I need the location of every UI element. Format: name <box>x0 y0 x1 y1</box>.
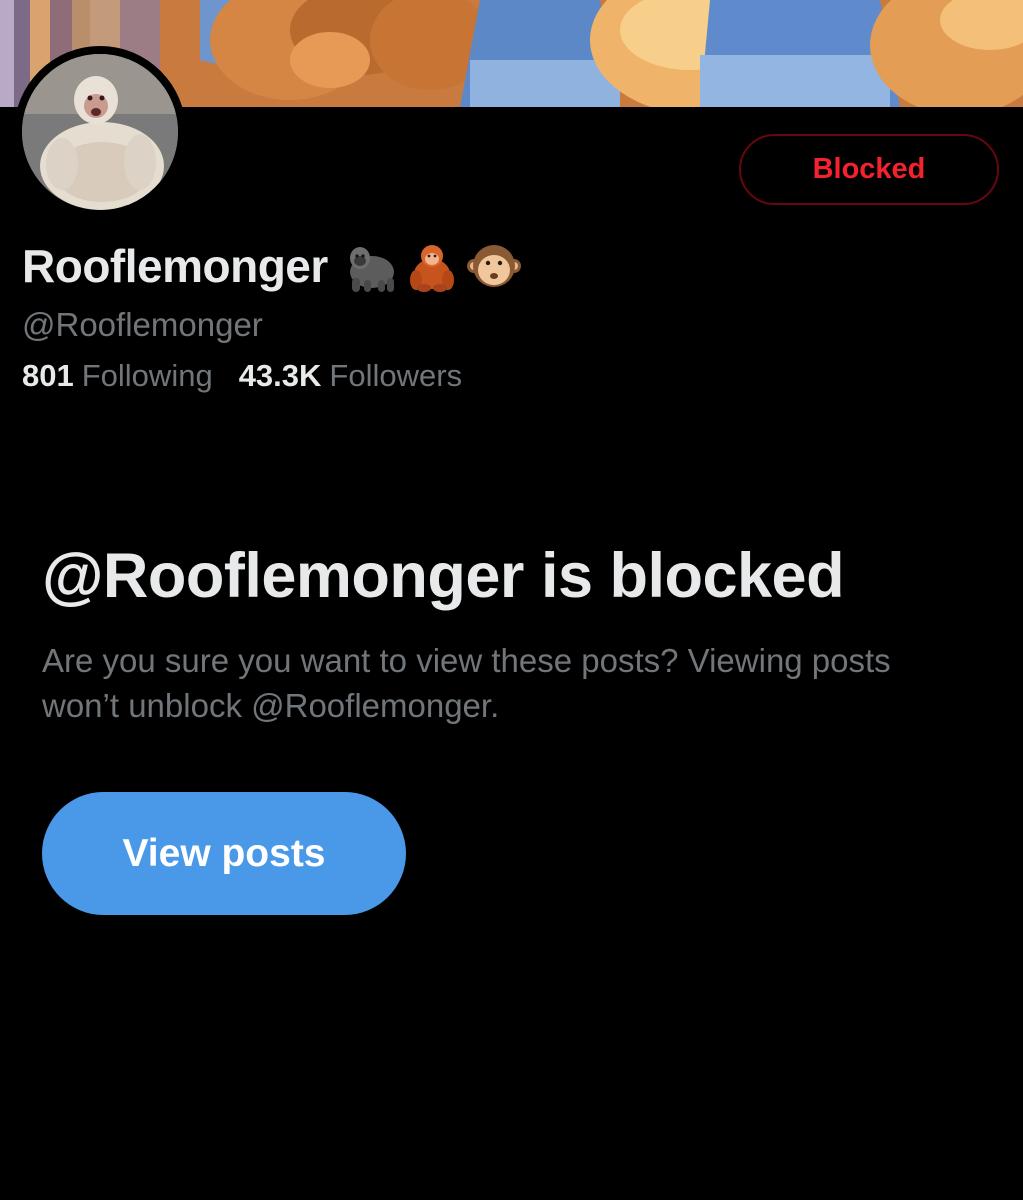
blocked-notice-title: @Rooflemonger is blocked <box>42 541 845 611</box>
profile-handle: @Rooflemonger <box>22 306 263 343</box>
profile-stats: 801 Following 43.3K Followers <box>22 358 462 394</box>
blocked-notice-description: Are you sure you want to view these post… <box>42 642 891 724</box>
orangutan-emoji-icon <box>409 245 454 292</box>
gorilla-emoji-icon <box>349 247 394 292</box>
following-label: Following <box>81 358 213 393</box>
view-posts-button-label: View posts <box>122 831 326 875</box>
avatar-image <box>22 54 178 210</box>
monkey-avatar-icon <box>22 54 178 210</box>
view-posts-button[interactable]: View posts <box>42 792 406 915</box>
display-name: Rooflemonger <box>22 240 328 292</box>
following-link[interactable]: 801 Following <box>22 358 213 394</box>
emoji-badges <box>342 238 522 294</box>
followers-link[interactable]: 43.3K Followers <box>239 358 462 394</box>
profile-name-row: Rooflemonger <box>22 236 522 296</box>
blocked-button-label: Blocked <box>812 153 926 185</box>
following-count: 801 <box>22 358 74 393</box>
followers-label: Followers <box>329 358 463 393</box>
blocked-button[interactable]: Blocked <box>739 134 999 205</box>
monkey-face-emoji-icon <box>466 245 521 287</box>
followers-count: 43.3K <box>238 358 322 393</box>
avatar[interactable] <box>14 46 186 218</box>
